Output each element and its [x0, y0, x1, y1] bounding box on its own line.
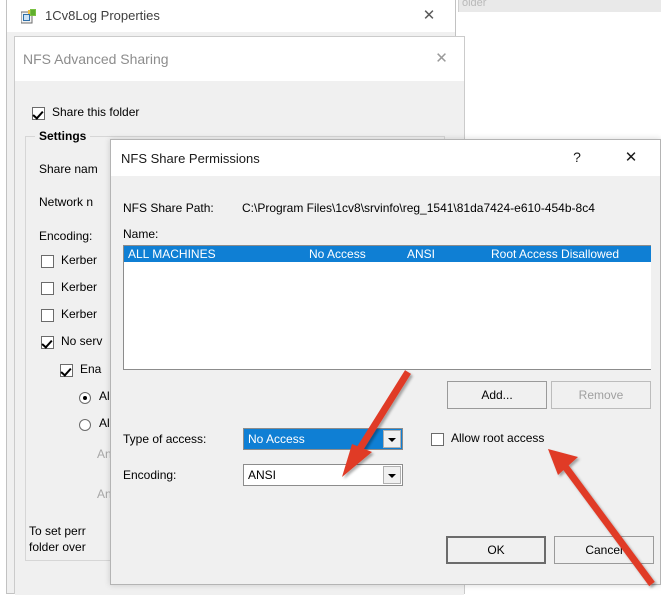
chevron-down-icon[interactable]	[383, 430, 401, 448]
background-right-panel-label: older	[462, 0, 487, 9]
remove-button: Remove	[551, 381, 651, 409]
add-button[interactable]: Add...	[447, 381, 547, 409]
row-encoding-cell: ANSI	[407, 247, 436, 261]
nfs-share-path-label: NFS Share Path:	[123, 201, 214, 215]
allow-radio-label-1: Al	[99, 389, 110, 403]
allow-root-access-label[interactable]: Allow root access	[451, 431, 544, 445]
share-name-label: Share nam	[39, 162, 98, 176]
properties-titlebar[interactable]: 1Cv8Log Properties ✕	[7, 0, 455, 32]
kerberos-label-3: Kerber	[61, 307, 98, 321]
permissions-listbox[interactable]: ALL MACHINES No Access ANSI Root Access …	[123, 245, 651, 370]
type-of-access-dropdown[interactable]: No Access	[243, 428, 403, 450]
table-row[interactable]: ALL MACHINES No Access ANSI Root Access …	[124, 246, 651, 262]
background-right-panel	[458, 0, 661, 12]
allow-radio-1[interactable]	[79, 392, 91, 404]
cancel-button[interactable]: Cancel	[554, 536, 654, 564]
permissions-note-line1: To set perr	[29, 524, 86, 538]
encoding-value: ANSI	[248, 468, 277, 482]
kerberos-checkbox-2[interactable]	[41, 282, 54, 295]
allow-root-access-checkbox[interactable]	[431, 433, 444, 446]
row-name-cell: ALL MACHINES	[128, 247, 216, 261]
close-icon[interactable]: ✕	[608, 140, 654, 174]
ok-button[interactable]: OK	[446, 536, 546, 564]
enable-unmapped-checkbox[interactable]	[60, 364, 73, 377]
type-of-access-label: Type of access:	[123, 432, 207, 446]
permissions-dialog-body: NFS Share Path: C:\Program Files\1cv8\sr…	[111, 176, 660, 584]
settings-group-legend: Settings	[35, 129, 91, 143]
shared-folder-icon	[20, 9, 37, 25]
type-of-access-value: No Access	[248, 432, 305, 446]
encoding-label-2: Encoding:	[123, 468, 177, 482]
row-access-cell: No Access	[309, 247, 366, 261]
help-icon[interactable]: ?	[560, 140, 594, 174]
kerberos-label-2: Kerber	[61, 280, 98, 294]
network-name-label: Network n	[39, 195, 94, 209]
nfs-share-permissions-dialog: NFS Share Permissions ? ✕ NFS Share Path…	[110, 139, 661, 585]
chevron-down-icon[interactable]	[383, 466, 401, 484]
permissions-dialog-title: NFS Share Permissions	[121, 151, 260, 166]
permissions-note-line2: folder over	[29, 540, 86, 554]
encoding-label: Encoding:	[39, 229, 93, 243]
share-this-folder-checkbox[interactable]	[32, 107, 45, 120]
name-label: Name:	[123, 227, 159, 241]
advanced-sharing-window-title: NFS Advanced Sharing	[23, 51, 169, 67]
kerberos-checkbox-1[interactable]	[41, 255, 54, 268]
row-root-access-cell: Root Access Disallowed	[491, 247, 620, 261]
no-server-auth-label: No serv	[61, 334, 103, 348]
no-server-auth-checkbox[interactable]	[41, 336, 54, 349]
enable-unmapped-label: Ena	[80, 362, 102, 376]
close-icon[interactable]: ✕	[419, 37, 464, 79]
allow-radio-label-2: Al	[99, 416, 110, 430]
permissions-titlebar[interactable]: NFS Share Permissions ? ✕	[111, 140, 660, 176]
encoding-dropdown[interactable]: ANSI	[243, 464, 403, 486]
advanced-sharing-titlebar[interactable]: NFS Advanced Sharing ✕	[15, 37, 464, 81]
close-icon[interactable]: ✕	[407, 0, 451, 30]
kerberos-label-1: Kerber	[61, 253, 98, 267]
nfs-share-path-value: C:\Program Files\1cv8\srvinfo\reg_1541\8…	[242, 201, 595, 215]
allow-radio-2[interactable]	[79, 419, 91, 431]
kerberos-checkbox-3[interactable]	[41, 309, 54, 322]
share-this-folder-label[interactable]: Share this folder	[52, 105, 139, 119]
properties-window-title: 1Cv8Log Properties	[45, 8, 160, 23]
